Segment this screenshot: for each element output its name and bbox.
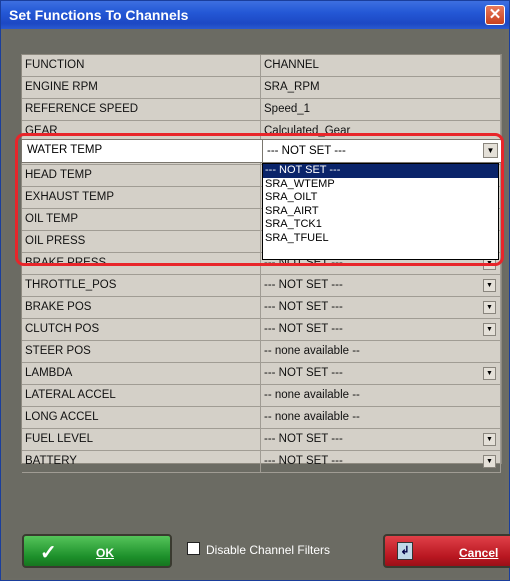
channel-value: --- NOT SET ---	[264, 301, 343, 313]
channel-cell[interactable]: Speed_1	[261, 99, 501, 121]
function-cell: ENGINE RPM	[22, 77, 261, 99]
exit-door-icon: ↲	[397, 542, 413, 560]
function-cell: FUEL LEVEL	[22, 429, 261, 451]
channel-cell[interactable]: -- none available --	[261, 341, 501, 363]
button-bar: ✓ OK Disable Channel Filters ↲ Cancel	[15, 531, 510, 569]
function-cell: LONG ACCEL	[22, 407, 261, 429]
channel-value: --- NOT SET ---	[264, 367, 343, 379]
function-cell: HEAD TEMP	[22, 165, 261, 187]
channel-value: Calculated_Gear	[264, 125, 351, 137]
channel-cell[interactable]: --- NOT SET --- ▼	[261, 319, 501, 341]
table-row[interactable]: LATERAL ACCEL -- none available --	[22, 385, 501, 407]
active-edit-row[interactable]: WATER TEMP --- NOT SET --- ▼	[21, 139, 502, 163]
disable-channel-filters-label: Disable Channel Filters	[206, 543, 331, 557]
channel-cell[interactable]: -- none available --	[261, 407, 501, 429]
channel-cell[interactable]: --- NOT SET --- ▼	[261, 363, 501, 385]
function-cell: BRAKE POS	[22, 297, 261, 319]
dropdown-option[interactable]: SRA_TCK1	[263, 218, 498, 232]
channel-select[interactable]: --- NOT SET --- ▼	[262, 140, 501, 162]
channel-value: --- NOT SET ---	[264, 323, 343, 335]
checkmark-icon: ✓	[40, 542, 57, 564]
dropdown-option[interactable]: --- NOT SET ---	[263, 164, 498, 178]
close-button[interactable]: ✕	[485, 5, 505, 25]
channel-cell[interactable]: --- NOT SET --- ▼	[261, 451, 501, 473]
dialog-window: Set Functions To Channels ✕ FUNCTION CHA…	[0, 0, 510, 581]
channel-value: -- none available --	[264, 345, 360, 357]
dropdown-option[interactable]: SRA_AIRT	[263, 205, 498, 219]
table-row[interactable]: CLUTCH POS --- NOT SET --- ▼	[22, 319, 501, 341]
function-cell: BRAKE PRESS	[22, 253, 261, 275]
table-row[interactable]: FUEL LEVEL --- NOT SET --- ▼	[22, 429, 501, 451]
window-title: Set Functions To Channels	[9, 7, 189, 23]
chevron-down-icon[interactable]: ▼	[483, 367, 496, 380]
function-cell: OIL PRESS	[22, 231, 261, 253]
channel-value: -- none available --	[264, 411, 360, 423]
channel-cell[interactable]: --- NOT SET --- ▼	[261, 275, 501, 297]
channel-cell[interactable]: --- NOT SET --- ▼	[261, 297, 501, 319]
function-cell: EXHAUST TEMP	[22, 187, 261, 209]
dropdown-option[interactable]: SRA_TFUEL	[263, 232, 498, 246]
chevron-down-icon[interactable]: ▼	[483, 323, 496, 336]
grid-header-row: FUNCTION CHANNEL	[22, 55, 501, 77]
table-row[interactable]: LONG ACCEL -- none available --	[22, 407, 501, 429]
table-row[interactable]: LAMBDA --- NOT SET --- ▼	[22, 363, 501, 385]
table-row[interactable]: BATTERY --- NOT SET --- ▼	[22, 451, 501, 473]
chevron-down-icon[interactable]: ▼	[483, 143, 498, 158]
channel-cell[interactable]: --- NOT SET --- ▼	[261, 429, 501, 451]
function-cell: BATTERY	[22, 451, 261, 473]
table-row[interactable]: REFERENCE SPEED Speed_1	[22, 99, 501, 121]
chevron-down-icon[interactable]: ▼	[483, 279, 496, 292]
disable-channel-filters-checkbox[interactable]: Disable Channel Filters	[187, 542, 330, 557]
checkbox-icon[interactable]	[187, 542, 200, 555]
channel-dropdown-list[interactable]: --- NOT SET --- SRA_WTEMP SRA_OILT SRA_AIRT…	[262, 163, 499, 260]
chevron-down-icon[interactable]: ▼	[483, 455, 496, 468]
ok-button-label: OK	[96, 546, 114, 560]
channel-select-value: --- NOT SET ---	[267, 145, 346, 157]
cancel-button[interactable]: ↲ Cancel	[383, 534, 510, 568]
dropdown-option[interactable]: SRA_OILT	[263, 191, 498, 205]
function-cell: STEER POS	[22, 341, 261, 363]
channel-column-header[interactable]: CHANNEL	[261, 55, 501, 77]
cancel-button-label: Cancel	[459, 546, 499, 560]
close-icon: ✕	[488, 6, 502, 23]
function-cell: CLUTCH POS	[22, 319, 261, 341]
table-row[interactable]: ENGINE RPM SRA_RPM	[22, 77, 501, 99]
channel-value: --- NOT SET ---	[264, 279, 343, 291]
channel-cell[interactable]: SRA_RPM	[261, 77, 501, 99]
function-cell: THROTTLE_POS	[22, 275, 261, 297]
function-cell: REFERENCE SPEED	[22, 99, 261, 121]
table-row[interactable]: BRAKE POS --- NOT SET --- ▼	[22, 297, 501, 319]
channel-value: --- NOT SET ---	[264, 433, 343, 445]
table-row[interactable]: THROTTLE_POS --- NOT SET --- ▼	[22, 275, 501, 297]
function-cell: OIL TEMP	[22, 209, 261, 231]
channel-value: -- none available --	[264, 389, 360, 401]
table-row[interactable]: STEER POS -- none available --	[22, 341, 501, 363]
channel-value: Speed_1	[264, 103, 311, 115]
channel-value: --- NOT SET ---	[264, 455, 343, 467]
title-bar[interactable]: Set Functions To Channels ✕	[1, 1, 509, 29]
active-function-label: WATER TEMP	[27, 144, 103, 156]
function-cell: LATERAL ACCEL	[22, 385, 261, 407]
dropdown-option[interactable]: SRA_WTEMP	[263, 178, 498, 192]
function-column-header[interactable]: FUNCTION	[22, 55, 261, 77]
ok-button[interactable]: ✓ OK	[22, 534, 172, 568]
channel-value: SRA_RPM	[264, 81, 320, 93]
channel-cell[interactable]: -- none available --	[261, 385, 501, 407]
chevron-down-icon[interactable]: ▼	[483, 301, 496, 314]
function-cell: LAMBDA	[22, 363, 261, 385]
chevron-down-icon[interactable]: ▼	[483, 433, 496, 446]
